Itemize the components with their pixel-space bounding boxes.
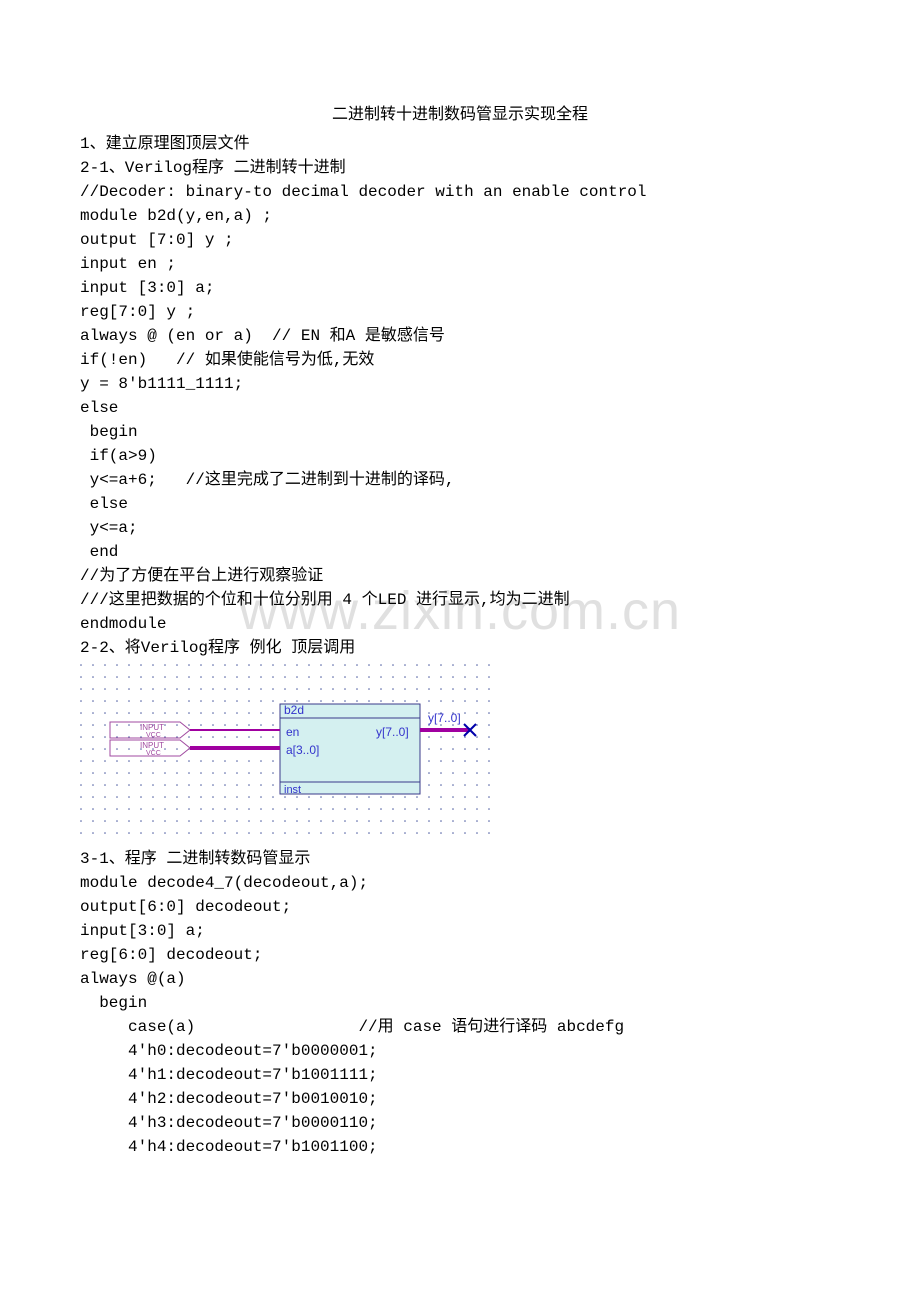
code2-line: input[3:0] a; — [80, 919, 840, 943]
section-1-heading: 1、建立原理图顶层文件 — [80, 132, 840, 156]
code2-line: reg[6:0] decodeout; — [80, 943, 840, 967]
inst-label: inst — [284, 784, 301, 796]
code1-line: y = 8'b1111_1111; — [80, 372, 840, 396]
code2-line: 4'h1:decodeout=7'b1001111; — [80, 1063, 840, 1087]
code1-line: else — [80, 396, 840, 420]
code2-line: begin — [80, 991, 840, 1015]
code2-line: 4'h2:decodeout=7'b0010010; — [80, 1087, 840, 1111]
input-label: INPUT — [140, 723, 164, 732]
code1-line: output [7:0] y ; — [80, 228, 840, 252]
vcc-label: VCC — [146, 732, 161, 739]
schematic-diagram: b2d en a[3..0] y[7..0] inst INPUT VCC IN… — [80, 664, 840, 839]
code2-line: 4'h0:decodeout=7'b0000001; — [80, 1039, 840, 1063]
code1-line: y<=a; — [80, 516, 840, 540]
code1-line: if(a>9) — [80, 444, 840, 468]
section-2-2-heading: 2-2、将Verilog程序 例化 顶层调用 — [80, 636, 840, 660]
block-name-label: b2d — [284, 703, 304, 717]
code2-line: 4'h3:decodeout=7'b0000110; — [80, 1111, 840, 1135]
code2-line: 4'h4:decodeout=7'b1001100; — [80, 1135, 840, 1159]
code1-line: y<=a+6; //这里完成了二进制到十进制的译码, — [80, 468, 840, 492]
code1-line: //Decoder: binary-to decimal decoder wit… — [80, 180, 840, 204]
code1-line: module b2d(y,en,a) ; — [80, 204, 840, 228]
section-3-1-heading: 3-1、程序 二进制转数码管显示 — [80, 847, 840, 871]
port-a-label: a[3..0] — [286, 743, 319, 757]
code1-line: end — [80, 540, 840, 564]
code2-line: always @(a) — [80, 967, 840, 991]
code2-line: case(a) //用 case 语句进行译码 abcdefg — [80, 1015, 840, 1039]
code1-line: else — [80, 492, 840, 516]
code1-line: reg[7:0] y ; — [80, 300, 840, 324]
vcc-label: VCC — [146, 750, 161, 757]
section-2-1-heading: 2-1、Verilog程序 二进制转十进制 — [80, 156, 840, 180]
code1-line: begin — [80, 420, 840, 444]
code2-line: module decode4_7(decodeout,a); — [80, 871, 840, 895]
wire-y-label: y[7..0] — [428, 711, 461, 725]
code1-line: //为了方便在平台上进行观察验证 — [80, 564, 840, 588]
code2-line: output[6:0] decodeout; — [80, 895, 840, 919]
port-y-label: y[7..0] — [376, 725, 409, 739]
code1-line: always @ (en or a) // EN 和A 是敏感信号 — [80, 324, 840, 348]
code1-line: input en ; — [80, 252, 840, 276]
page-title: 二进制转十进制数码管显示实现全程 — [80, 100, 840, 124]
code1-line: ///这里把数据的个位和十位分别用 4 个LED 进行显示,均为二进制 — [80, 588, 840, 612]
code1-line: endmodule — [80, 612, 840, 636]
port-en-label: en — [286, 725, 299, 739]
code1-line: input [3:0] a; — [80, 276, 840, 300]
code1-line: if(!en) // 如果使能信号为低,无效 — [80, 348, 840, 372]
input-label: INPUT — [140, 741, 164, 750]
